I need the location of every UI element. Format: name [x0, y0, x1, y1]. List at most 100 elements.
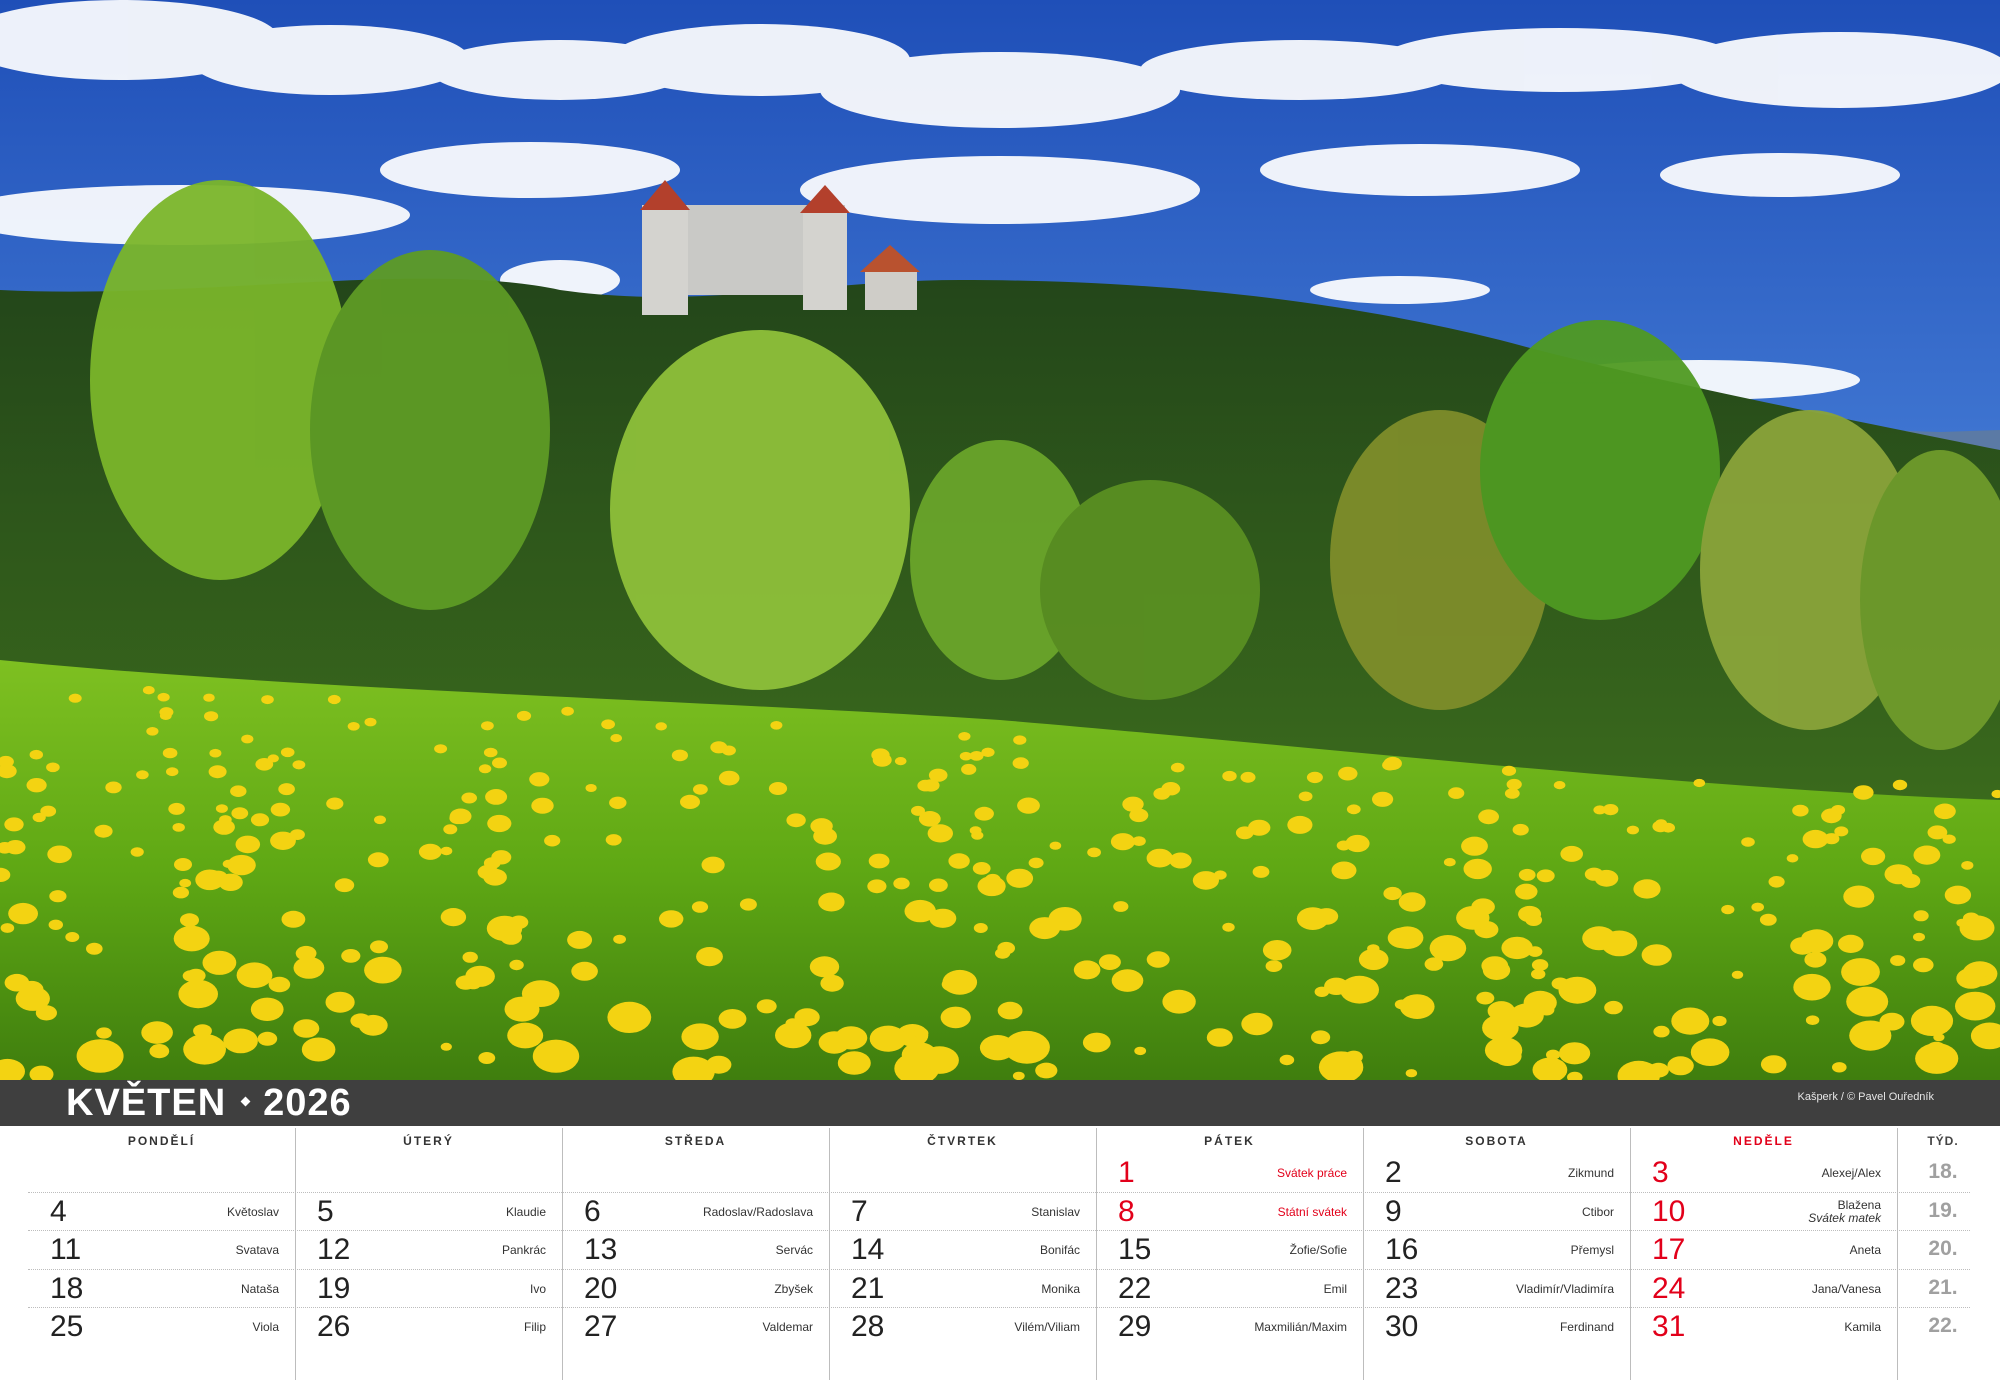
day-cell[interactable]: 30 Ferdinand [1363, 1308, 1630, 1346]
dandelion-flower [820, 974, 844, 992]
day-cell[interactable]: 28 Vilém/Viliam [829, 1308, 1096, 1346]
dandelion-flower [326, 797, 344, 810]
name-day-text: Klaudie [505, 1204, 546, 1219]
day-cell[interactable]: 2 Zikmund [1363, 1154, 1630, 1192]
dandelion-flower [585, 784, 597, 792]
dandelion-flower [4, 817, 24, 832]
name-day-text: Ferdinand [1559, 1320, 1614, 1334]
day-cell[interactable]: 10 Blažena Svátek matek [1630, 1193, 1897, 1231]
day-cell[interactable]: 20 Zbyšek [562, 1270, 829, 1308]
dandelion-flower [449, 812, 466, 825]
dandelion-flower [701, 856, 725, 874]
dandelion-flower [1793, 973, 1831, 1001]
day-cell[interactable]: 12 Pankrác [295, 1231, 562, 1269]
day-cell[interactable]: 16 Přemysl [1363, 1231, 1630, 1269]
dandelion-flower [1383, 886, 1402, 901]
dandelion-flower [1003, 1030, 1050, 1064]
dandelion-flower [509, 959, 524, 971]
dandelion-flower [1252, 865, 1270, 878]
dandelion-flower [1028, 857, 1044, 869]
day-cell[interactable]: 17 Aneta [1630, 1231, 1897, 1269]
day-cell[interactable]: 18 Nataša [28, 1270, 295, 1308]
dandelion-flower [481, 721, 494, 731]
dandelion-flower [1926, 1041, 1947, 1056]
dandelion-flower [1553, 781, 1566, 790]
dandelion-flower [1527, 946, 1543, 957]
day-number: 2 [1385, 1156, 1402, 1189]
dandelion-flower [47, 845, 72, 864]
day-cell[interactable]: 21 Monika [829, 1270, 1096, 1308]
day-cell[interactable]: 29 Maxmilián/Maxim [1096, 1308, 1363, 1346]
day-cell[interactable]: 7 Stanislav [829, 1193, 1096, 1231]
dandelion-flower [680, 794, 700, 810]
dandelion-flower [1582, 926, 1616, 951]
dandelion-flower [26, 778, 47, 793]
dandelion-flower [948, 853, 970, 869]
dandelion-flower [1324, 977, 1349, 995]
name-day-text: Alexej/Alex [1821, 1166, 1881, 1180]
dandelion-flower [48, 919, 63, 930]
day-cell[interactable]: 3 Alexej/Alex [1630, 1154, 1897, 1192]
dandelion-flower [96, 1027, 112, 1039]
dandelion-flower [141, 1021, 173, 1044]
day-cell[interactable]: 4 Květoslav [28, 1193, 295, 1231]
day-cell[interactable]: 31 Kamila [1630, 1308, 1897, 1346]
dandelion-flower [159, 707, 174, 718]
day-cell[interactable]: 23 Vladimír/Vladimíra [1363, 1270, 1630, 1308]
dandelion-flower [756, 999, 777, 1014]
dandelion-flower [1279, 1054, 1295, 1066]
day-cell[interactable]: 22 Emil [1096, 1270, 1363, 1308]
day-cell[interactable]: 8 Státní svátek [1096, 1193, 1363, 1231]
dandelion-flower [1861, 847, 1886, 866]
dandelion-flower [1846, 986, 1889, 1017]
day-cell[interactable]: 15 Žofie/Sofie [1096, 1231, 1363, 1269]
dandelion-flower [483, 868, 507, 886]
dandelion-flower [1604, 1000, 1623, 1015]
month-name: KVĚTEN [66, 1082, 227, 1124]
day-cell[interactable]: 19 Ivo [295, 1270, 562, 1308]
day-cell[interactable]: 25 Viola [28, 1308, 295, 1346]
dandelion-flower [1399, 994, 1435, 1019]
dandelion-flower [1338, 766, 1358, 781]
dandelion-flower [1927, 825, 1948, 840]
day-cell[interactable]: 13 Servác [562, 1231, 829, 1269]
day-cell[interactable]: 27 Valdemar [562, 1308, 829, 1346]
dandelion-flower [1344, 1050, 1363, 1064]
day-cell[interactable]: 14 Bonifác [829, 1231, 1096, 1269]
dandelion-flower [1358, 948, 1389, 971]
dandelion-flower [1933, 1033, 1945, 1042]
day-number: 24 [1652, 1271, 1686, 1305]
dandelion-flower [613, 934, 626, 944]
dandelion-flower [1134, 1046, 1147, 1056]
day-cell[interactable]: 1 Svátek práce [1096, 1154, 1363, 1192]
day-cell[interactable]: 5 Klaudie [295, 1193, 562, 1231]
dandelion-flower [231, 807, 249, 820]
dandelion-flower [940, 1006, 971, 1029]
dandelion-flower [68, 693, 82, 703]
dandelion-flower [942, 969, 978, 995]
dandelion-flower [1113, 901, 1129, 912]
dandelion-flower [1110, 833, 1135, 851]
dandelion-flower [461, 792, 478, 804]
dandelion-flower [1345, 834, 1370, 853]
dandelion-flower [202, 950, 237, 975]
dandelion-flower [1222, 922, 1235, 932]
day-cell[interactable]: 24 Jana/Vanesa [1630, 1270, 1897, 1308]
day-cell[interactable]: 9 Ctibor [1363, 1193, 1630, 1231]
dandelion-flower [929, 878, 948, 892]
dandelion-flower [1804, 951, 1827, 968]
dandelion-flower [270, 802, 291, 817]
day-cell[interactable]: 11 Svatava [28, 1231, 295, 1269]
day-cell[interactable]: 6 Radoslav/Radoslava [562, 1193, 829, 1231]
day-cell[interactable]: 26 Filip [295, 1308, 562, 1346]
dandelion-flower [958, 732, 971, 741]
dandelion-flower [1461, 836, 1488, 856]
name-day-text: Servác [775, 1243, 813, 1257]
dandelion-flower [1082, 1032, 1111, 1053]
dandelion-flower [1484, 1037, 1523, 1064]
dandelion-flower [1721, 904, 1735, 915]
dandelion-flower [1372, 791, 1394, 807]
dandelion-flower [509, 915, 529, 929]
dandelion-flower [1206, 1028, 1233, 1047]
dandelion-flower [1448, 787, 1465, 799]
